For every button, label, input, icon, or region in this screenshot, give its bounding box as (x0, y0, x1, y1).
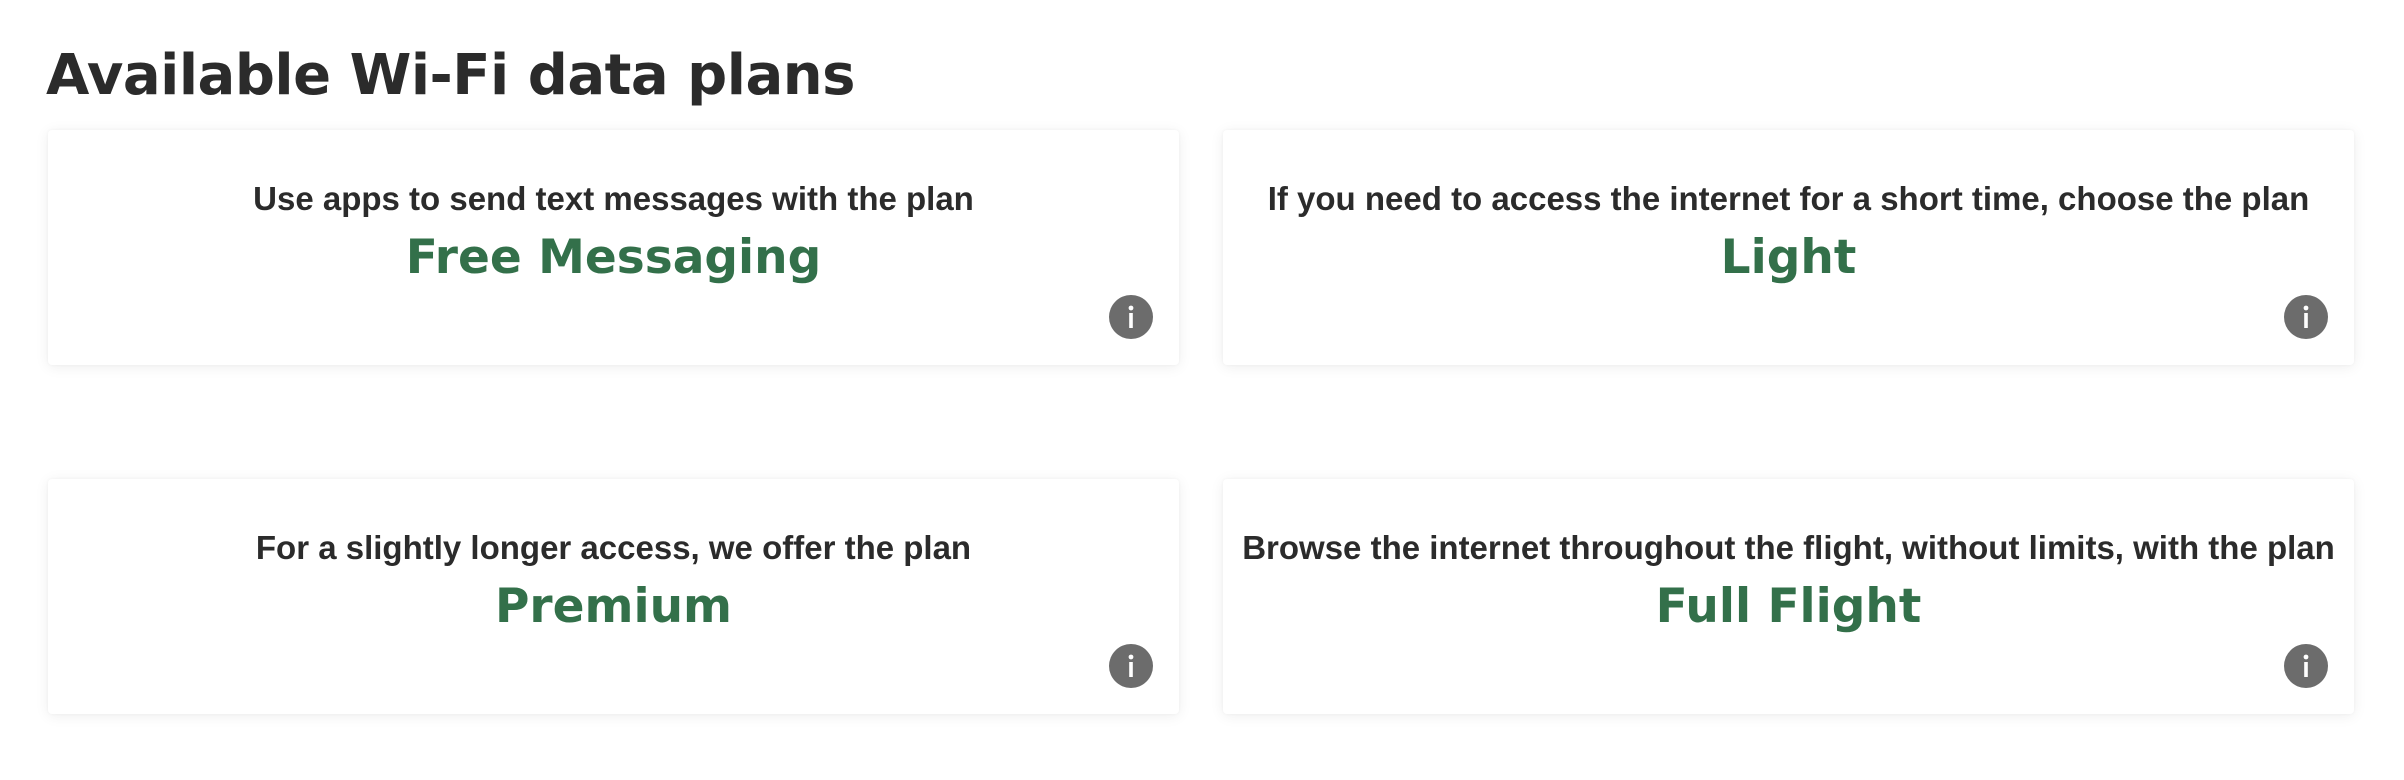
info-icon[interactable] (1109, 295, 1153, 339)
plan-description: Browse the internet throughout the fligh… (1242, 529, 2335, 566)
plan-description: If you need to access the internet for a… (1267, 180, 2310, 217)
plan-name: Light (1720, 230, 1857, 285)
info-icon[interactable] (2284, 644, 2328, 688)
plan-name: Full Flight (1655, 579, 1922, 634)
plan-card-light[interactable]: If you need to access the internet for a… (1223, 130, 2354, 365)
info-glyph (1128, 654, 1134, 677)
plan-card-full-flight[interactable]: Browse the internet throughout the fligh… (1223, 479, 2354, 714)
plan-description: For a slightly longer access, we offer t… (255, 529, 972, 566)
plans-grid: Use apps to send text messages with the … (48, 130, 2354, 714)
plan-card-free-messaging[interactable]: Use apps to send text messages with the … (48, 130, 1179, 365)
info-glyph (1128, 305, 1134, 328)
info-glyph (2303, 654, 2309, 677)
info-icon[interactable] (1109, 644, 1153, 688)
plan-card-premium[interactable]: For a slightly longer access, we offer t… (48, 479, 1179, 714)
plan-name: Free Messaging (405, 230, 822, 285)
plan-name: Premium (494, 579, 733, 634)
info-glyph (2303, 305, 2309, 328)
page-title: Available Wi-Fi data plans (46, 43, 855, 108)
plan-description: Use apps to send text messages with the … (253, 180, 974, 217)
info-icon[interactable] (2284, 295, 2328, 339)
